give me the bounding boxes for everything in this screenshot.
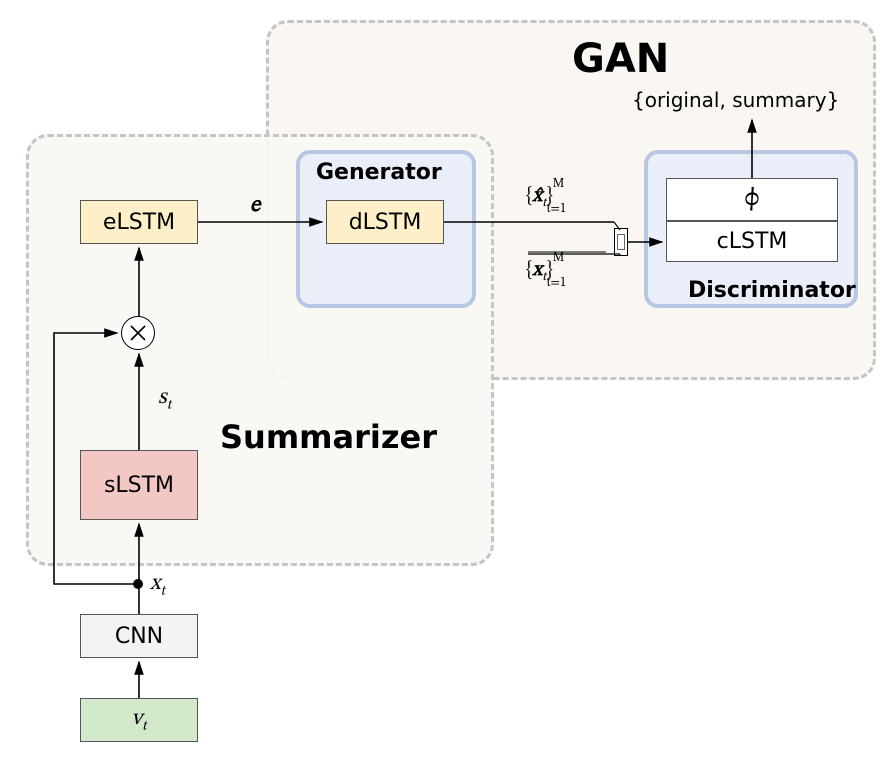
cnn-label: CNN xyxy=(115,624,163,649)
xhat-seq-label: {x̂t}Mt=1 xyxy=(526,182,584,212)
discriminator-title: Discriminator xyxy=(688,278,856,303)
vt-label: vt xyxy=(131,705,146,735)
selector-inner xyxy=(617,234,625,250)
diagram-canvas: GAN Summarizer Generator Discriminator v… xyxy=(0,0,894,758)
disc-output-label: {original, summary} xyxy=(632,88,839,112)
st-label: st xyxy=(158,384,171,414)
summarizer-title: Summarizer xyxy=(220,418,437,456)
phi-block: ϕ xyxy=(666,178,838,220)
dlstm-block: dLSTM xyxy=(326,200,444,244)
vt-block: vt xyxy=(80,698,198,742)
elstm-label: eLSTM xyxy=(103,210,175,235)
clstm-block: cLSTM xyxy=(666,220,838,262)
multiply-node xyxy=(121,316,155,350)
x-seq-label: {xt}Mt=1 xyxy=(526,256,584,286)
slstm-label: sLSTM xyxy=(104,473,174,498)
xt-label: xt xyxy=(150,570,165,600)
e-label: e xyxy=(250,192,260,220)
slstm-block: sLSTM xyxy=(80,450,198,520)
gan-title: GAN xyxy=(572,36,669,82)
cnn-block: CNN xyxy=(80,614,198,658)
xt-junction-dot xyxy=(133,579,143,589)
phi-label: ϕ xyxy=(745,183,760,216)
clstm-label: cLSTM xyxy=(717,229,788,254)
multiply-icon xyxy=(128,323,148,343)
elstm-block: eLSTM xyxy=(80,200,198,244)
generator-title: Generator xyxy=(316,160,442,185)
dlstm-label: dLSTM xyxy=(349,210,422,235)
